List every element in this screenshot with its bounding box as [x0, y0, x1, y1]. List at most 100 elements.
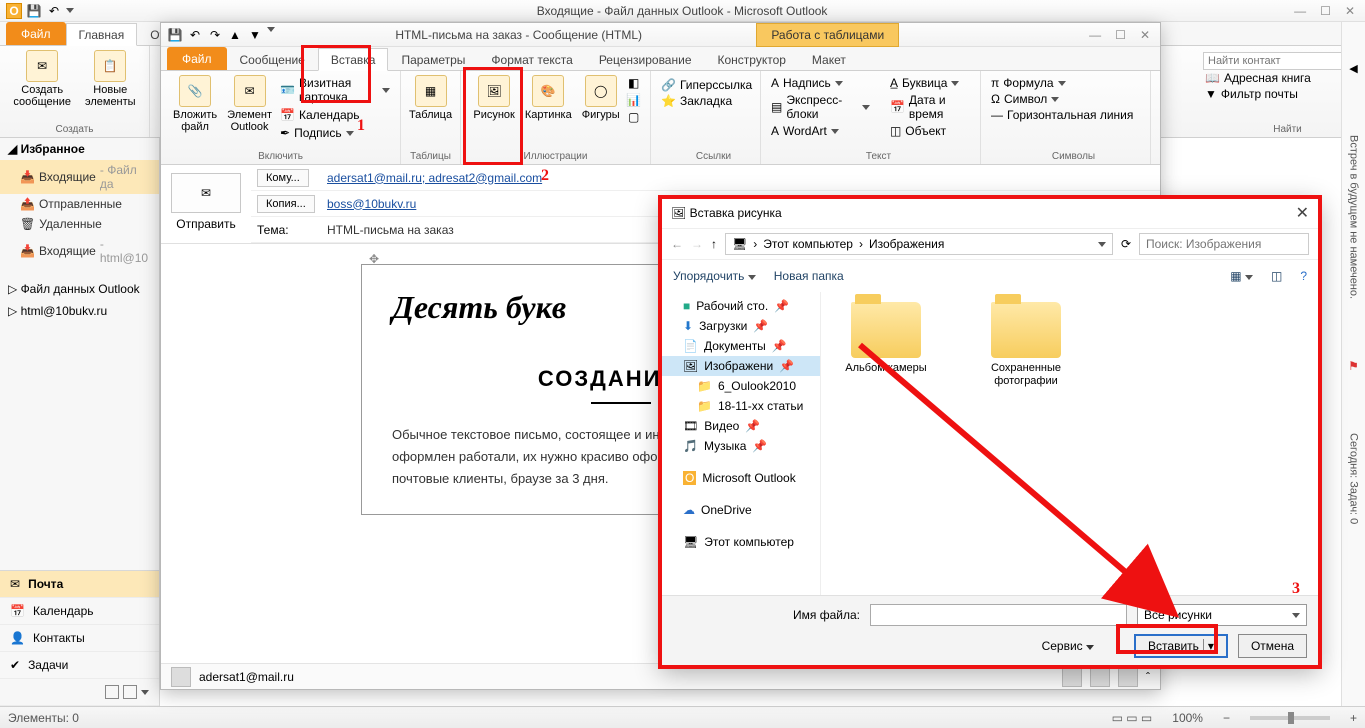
zoom-in-icon[interactable]: +	[1350, 711, 1357, 725]
tree-downloads[interactable]: ⬇Загрузки 📌	[661, 316, 820, 336]
prev-icon[interactable]: ▲	[227, 27, 243, 43]
qat-more-icon[interactable]	[66, 8, 74, 13]
undo-icon[interactable]: ↶	[187, 27, 203, 43]
service-button[interactable]: Сервис	[1042, 639, 1094, 653]
table-button[interactable]: ▦Таблица	[405, 73, 456, 123]
table-anchor-icon[interactable]: ✥	[369, 252, 379, 266]
nav-account[interactable]: ▷ html@10bukv.ru	[0, 300, 159, 322]
next-icon[interactable]: ▼	[247, 27, 263, 43]
find-contact-input[interactable]	[1203, 52, 1355, 70]
redo-icon[interactable]: ↷	[207, 27, 223, 43]
outlook-item-button[interactable]: ✉Элемент Outlook	[223, 73, 276, 141]
maximize-icon[interactable]: ☐	[1115, 28, 1126, 42]
zoom-slider[interactable]	[1250, 716, 1330, 720]
tab-home[interactable]: Главная	[66, 23, 138, 46]
tree-onedrive[interactable]: ☁OneDrive	[661, 500, 820, 520]
nav-contacts[interactable]: 👤Контакты	[0, 625, 159, 652]
nav-datafile[interactable]: ▷ Файл данных Outlook	[0, 278, 159, 300]
tree-videos[interactable]: 🎞Видео 📌	[661, 416, 820, 436]
contact-icon[interactable]	[1118, 667, 1138, 687]
msg-tab-format[interactable]: Формат текста	[478, 48, 585, 70]
qat-more-icon[interactable]	[267, 27, 275, 32]
help-icon[interactable]: ?	[1300, 269, 1307, 283]
nav-mail[interactable]: ✉Почта	[0, 571, 159, 598]
undo-icon[interactable]: ↶	[46, 3, 62, 19]
new-items-button[interactable]: 📋 Новые элементы	[81, 48, 140, 110]
close-icon[interactable]: ✕	[1345, 4, 1355, 18]
shapes-button[interactable]: ◯Фигуры	[578, 73, 624, 125]
mail-filter-button[interactable]: ▼Фильтр почты	[1203, 86, 1300, 102]
msg-tab-file[interactable]: Файл	[167, 47, 227, 70]
equation-button[interactable]: πФормула	[989, 75, 1068, 91]
tree-outlook[interactable]: OMicrosoft Outlook	[661, 468, 820, 488]
cc-button[interactable]: Копия...	[257, 195, 315, 213]
nav-inbox[interactable]: 📥Входящие - Файл да	[0, 160, 159, 194]
quickparts-button[interactable]: ▤Экспресс-блоки	[769, 92, 872, 122]
hline-button[interactable]: —Горизонтальная линия	[989, 107, 1135, 123]
signature-button[interactable]: ✒Подпись	[278, 125, 392, 141]
tree-documents[interactable]: 📄Документы 📌	[661, 336, 820, 356]
tree-thispc[interactable]: 🖥Этот компьютер	[661, 532, 820, 552]
rail-expand-icon[interactable]: ◀	[1349, 62, 1357, 75]
dlg-search-input[interactable]	[1139, 233, 1309, 255]
maximize-icon[interactable]: ☐	[1320, 4, 1331, 18]
address-book-button[interactable]: 📖Адресная книга	[1203, 70, 1313, 86]
breadcrumb[interactable]: 🖥 › Этот компьютер › Изображения	[725, 233, 1113, 255]
tree-folder-1[interactable]: 📁6_Oulook2010	[661, 376, 820, 396]
dlg-close-icon[interactable]: ✕	[1296, 203, 1309, 223]
attach-file-button[interactable]: 📎Вложить файл	[169, 73, 221, 141]
cancel-button[interactable]: Отмена	[1238, 634, 1307, 658]
msg-tab-review[interactable]: Рецензирование	[586, 48, 705, 70]
nav-back-icon[interactable]: ←	[671, 237, 683, 251]
save-icon[interactable]: 💾	[167, 27, 183, 43]
msg-tab-insert[interactable]: Вставка	[318, 48, 389, 71]
minimize-icon[interactable]: —	[1089, 28, 1101, 42]
view-icons[interactable]: ▭ ▭ ▭	[1112, 711, 1153, 725]
hyperlink-button[interactable]: 🔗Гиперссылка	[659, 77, 754, 93]
refresh-icon[interactable]: ⟳	[1121, 237, 1131, 251]
wordart-button[interactable]: AWordArt	[769, 123, 872, 139]
clipart-button[interactable]: 🎨Картинка	[521, 73, 576, 125]
nav-inbox-2[interactable]: 📥Входящие - html@10	[0, 234, 159, 268]
nav-tasks[interactable]: ✔Задачи	[0, 652, 159, 679]
msg-tab-layout[interactable]: Макет	[799, 48, 859, 70]
to-field[interactable]: adersat1@mail.ru; adresat2@gmail.com	[321, 171, 1160, 185]
context-tab-tables[interactable]: Работа с таблицами	[756, 23, 899, 47]
close-icon[interactable]: ✕	[1140, 28, 1150, 42]
symbol-button[interactable]: ΩСимвол	[989, 91, 1061, 107]
nav-sent[interactable]: 📤Отправленные	[0, 194, 159, 214]
rail-meetings[interactable]: Встреч в будущем не намечено.	[1348, 135, 1360, 299]
object-button[interactable]: ◫Объект	[888, 123, 972, 139]
textbox-button[interactable]: AНадпись	[769, 75, 872, 91]
nav-up-icon[interactable]: ↑	[711, 237, 717, 251]
rail-today[interactable]: Сегодня: Задач: 0	[1348, 433, 1360, 524]
nav-fwd-icon[interactable]: →	[691, 237, 703, 251]
tree-pictures[interactable]: 🖼Изображени 📌	[661, 356, 820, 376]
newfolder-button[interactable]: Новая папка	[774, 269, 844, 283]
smartart-icon[interactable]: ◧	[626, 75, 642, 91]
preview-icon[interactable]: ◫	[1271, 269, 1282, 283]
zoom-out-icon[interactable]: −	[1223, 711, 1230, 725]
save-icon[interactable]: 💾	[26, 3, 42, 19]
nav-deleted[interactable]: 🗑Удаленные	[0, 214, 159, 234]
tree-desktop[interactable]: ■Рабочий сто. 📌	[661, 296, 820, 316]
picture-button[interactable]: 🖼Рисунок	[469, 73, 519, 125]
msg-tab-design[interactable]: Конструктор	[705, 48, 799, 70]
msg-tab-options[interactable]: Параметры	[388, 48, 478, 70]
bookmark-button[interactable]: ⭐Закладка	[659, 93, 734, 109]
send-button[interactable]: ✉	[171, 173, 241, 213]
contact-icon[interactable]	[1062, 667, 1082, 687]
msg-tab-message[interactable]: Сообщение	[227, 48, 318, 70]
tree-folder-2[interactable]: 📁18-11-xx статьи	[661, 396, 820, 416]
tree-music[interactable]: 🎵Музыка 📌	[661, 436, 820, 456]
screenshot-icon[interactable]: ▢	[626, 109, 642, 125]
datetime-button[interactable]: 📅Дата и время	[888, 92, 972, 122]
expand-icon[interactable]: ˆ	[1146, 670, 1150, 684]
nav-favorites-header[interactable]: ◢ Избранное	[0, 138, 159, 160]
nav-shortcuts[interactable]	[0, 679, 159, 706]
new-message-button[interactable]: ✉ Создать сообщение	[9, 48, 75, 110]
to-button[interactable]: Кому...	[257, 169, 309, 187]
organize-button[interactable]: Упорядочить	[673, 269, 756, 283]
view-icon[interactable]: ▦	[1230, 269, 1253, 283]
business-card-button[interactable]: 🪪Визитная карточка	[278, 75, 392, 105]
